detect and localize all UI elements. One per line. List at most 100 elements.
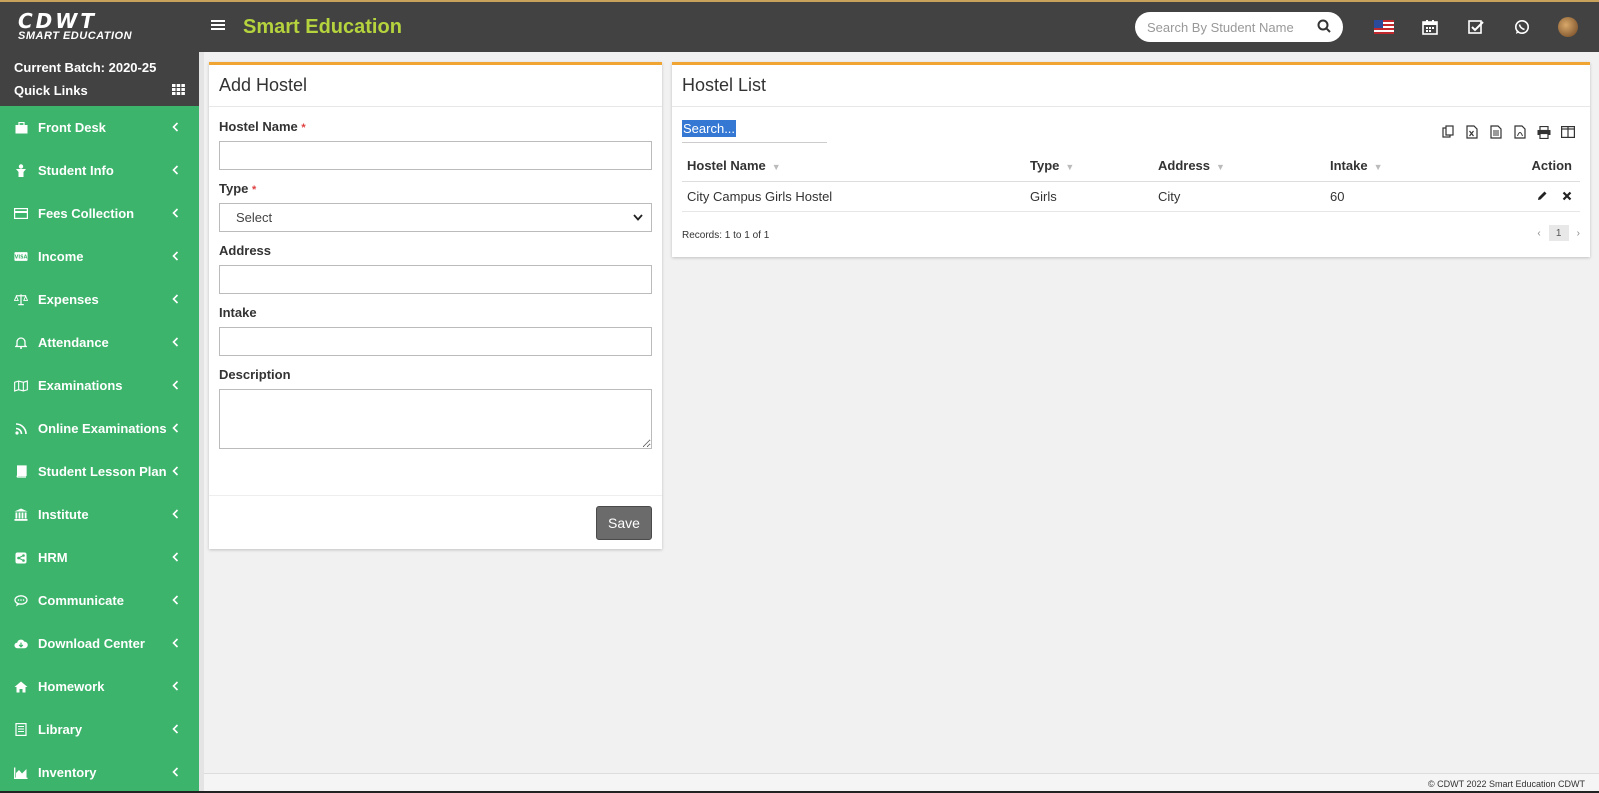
sidebar-item-expenses[interactable]: Expenses (0, 278, 199, 321)
print-icon[interactable] (1532, 121, 1556, 143)
batch-info: Current Batch: 2020-25 Quick Links (0, 52, 199, 106)
type-select[interactable]: Select (219, 203, 652, 232)
sidebar-item-label: Student Info (38, 163, 114, 178)
sidebar: Current Batch: 2020-25 Quick Links Front… (0, 52, 199, 793)
cell-type: Girls (1025, 181, 1153, 212)
whatsapp-button[interactable] (1499, 19, 1545, 35)
sidebar-item-label: Online Examinations (38, 421, 167, 436)
col-action: Action (1465, 151, 1580, 182)
edit-pencil-icon[interactable] (1537, 191, 1548, 204)
language-button[interactable] (1361, 20, 1407, 34)
grid-icon[interactable] (172, 83, 185, 98)
prev-page-button[interactable]: ‹ (1537, 228, 1540, 239)
table-header-row: Hostel Name ▼ Type ▼ Address ▼ Intake ▼ Acti… (682, 151, 1580, 182)
pagination: ‹ 1 › (1537, 225, 1580, 241)
sidebar-item-student-info[interactable]: Student Info (0, 149, 199, 192)
col-type[interactable]: Type ▼ (1025, 151, 1153, 182)
top-header: CDWT SMART EDUCATION Smart Education (0, 0, 1599, 52)
sort-icon: ▼ (771, 162, 781, 173)
chevron-left-icon (172, 336, 179, 350)
sidebar-edge (199, 52, 204, 793)
sidebar-item-homework[interactable]: Homework (0, 665, 199, 708)
intake-input[interactable] (219, 327, 652, 356)
student-search-input[interactable] (1147, 19, 1297, 35)
profile-button[interactable] (1545, 17, 1591, 37)
sidebar-item-inventory[interactable]: Inventory (0, 751, 199, 793)
chevron-left-icon (172, 551, 179, 565)
csv-icon[interactable] (1484, 121, 1508, 143)
sidebar-item-label: Attendance (38, 335, 109, 350)
sidebar-item-label: Institute (38, 507, 89, 522)
us-flag-icon (1374, 20, 1394, 34)
sidebar-item-label: Communicate (38, 593, 124, 608)
app-title: Smart Education (243, 15, 402, 38)
whatsapp-icon (1515, 20, 1529, 34)
search-icon[interactable] (1317, 19, 1333, 35)
menu-toggle-icon[interactable] (211, 18, 231, 36)
hostel-name-label: Hostel Name * (219, 119, 306, 134)
check-square-icon (1468, 20, 1484, 34)
description-textarea[interactable] (219, 389, 652, 449)
sidebar-item-fees-collection[interactable]: Fees Collection (0, 192, 199, 235)
description-label: Description (219, 367, 291, 382)
chevron-left-icon (172, 422, 179, 436)
sidebar-item-hrm[interactable]: HRM (0, 536, 199, 579)
share-icon (14, 551, 28, 565)
table-search-input[interactable]: Search... (682, 120, 827, 143)
sidebar-item-label: Download Center (38, 636, 145, 651)
save-button[interactable]: Save (596, 506, 652, 540)
intake-label: Intake (219, 305, 257, 320)
sidebar-item-label: Inventory (38, 765, 97, 780)
sidebar-item-label: HRM (38, 550, 68, 565)
copy-icon[interactable] (1436, 121, 1460, 143)
briefcase-icon (14, 121, 28, 135)
columns-icon[interactable] (1556, 121, 1580, 143)
sidebar-item-library[interactable]: Library (0, 708, 199, 751)
chevron-left-icon (172, 637, 179, 651)
sort-icon: ▼ (1065, 162, 1075, 173)
chevron-left-icon (172, 164, 179, 178)
chevron-left-icon (172, 465, 179, 479)
hostel-name-input[interactable] (219, 141, 652, 170)
col-intake[interactable]: Intake ▼ (1325, 151, 1465, 182)
page-number-1[interactable]: 1 (1548, 225, 1569, 241)
address-input[interactable] (219, 265, 652, 294)
home-icon (14, 680, 28, 694)
avatar (1558, 17, 1578, 37)
quick-links-label: Quick Links (14, 83, 88, 98)
logo[interactable]: CDWT SMART EDUCATION (0, 2, 199, 52)
hostel-list-title: Hostel List (672, 65, 1590, 107)
sidebar-item-front-desk[interactable]: Front Desk (0, 106, 199, 149)
sidebar-item-examinations[interactable]: Examinations (0, 364, 199, 407)
excel-icon[interactable] (1460, 121, 1484, 143)
cell-intake: 60 (1325, 181, 1465, 212)
sidebar-item-label: Front Desk (38, 120, 106, 135)
chevron-left-icon (172, 250, 179, 264)
sidebar-item-institute[interactable]: Institute (0, 493, 199, 536)
delete-icon[interactable] (1562, 191, 1572, 204)
cloud-download-icon (14, 637, 28, 651)
tasks-button[interactable] (1453, 19, 1499, 35)
col-hostel-name[interactable]: Hostel Name ▼ (682, 151, 1025, 182)
chevron-left-icon (172, 680, 179, 694)
sidebar-item-attendance[interactable]: Attendance (0, 321, 199, 364)
sidebar-item-communicate[interactable]: Communicate (0, 579, 199, 622)
bank-icon (14, 508, 28, 522)
form-footer: Save (209, 495, 662, 549)
calendar-button[interactable] (1407, 19, 1453, 35)
pdf-icon[interactable] (1508, 121, 1532, 143)
sidebar-item-online-examinations[interactable]: Online Examinations (0, 407, 199, 450)
book-icon (14, 465, 28, 479)
sidebar-item-income[interactable]: VISA Income (0, 235, 199, 278)
col-address[interactable]: Address ▼ (1153, 151, 1325, 182)
chevron-left-icon (172, 379, 179, 393)
next-page-button[interactable]: › (1577, 228, 1580, 239)
logo-subtext: SMART EDUCATION (18, 29, 133, 42)
sidebar-item-download-center[interactable]: Download Center (0, 622, 199, 665)
svg-text:VISA: VISA (15, 255, 28, 261)
sidebar-item-label: Expenses (38, 292, 99, 307)
rss-icon (14, 422, 28, 436)
visa-icon: VISA (14, 250, 28, 264)
sidebar-item-student-lesson-plan[interactable]: Student Lesson Plan (0, 450, 199, 493)
add-hostel-panel: Add Hostel Hostel Name * Type * Select A… (209, 62, 662, 549)
